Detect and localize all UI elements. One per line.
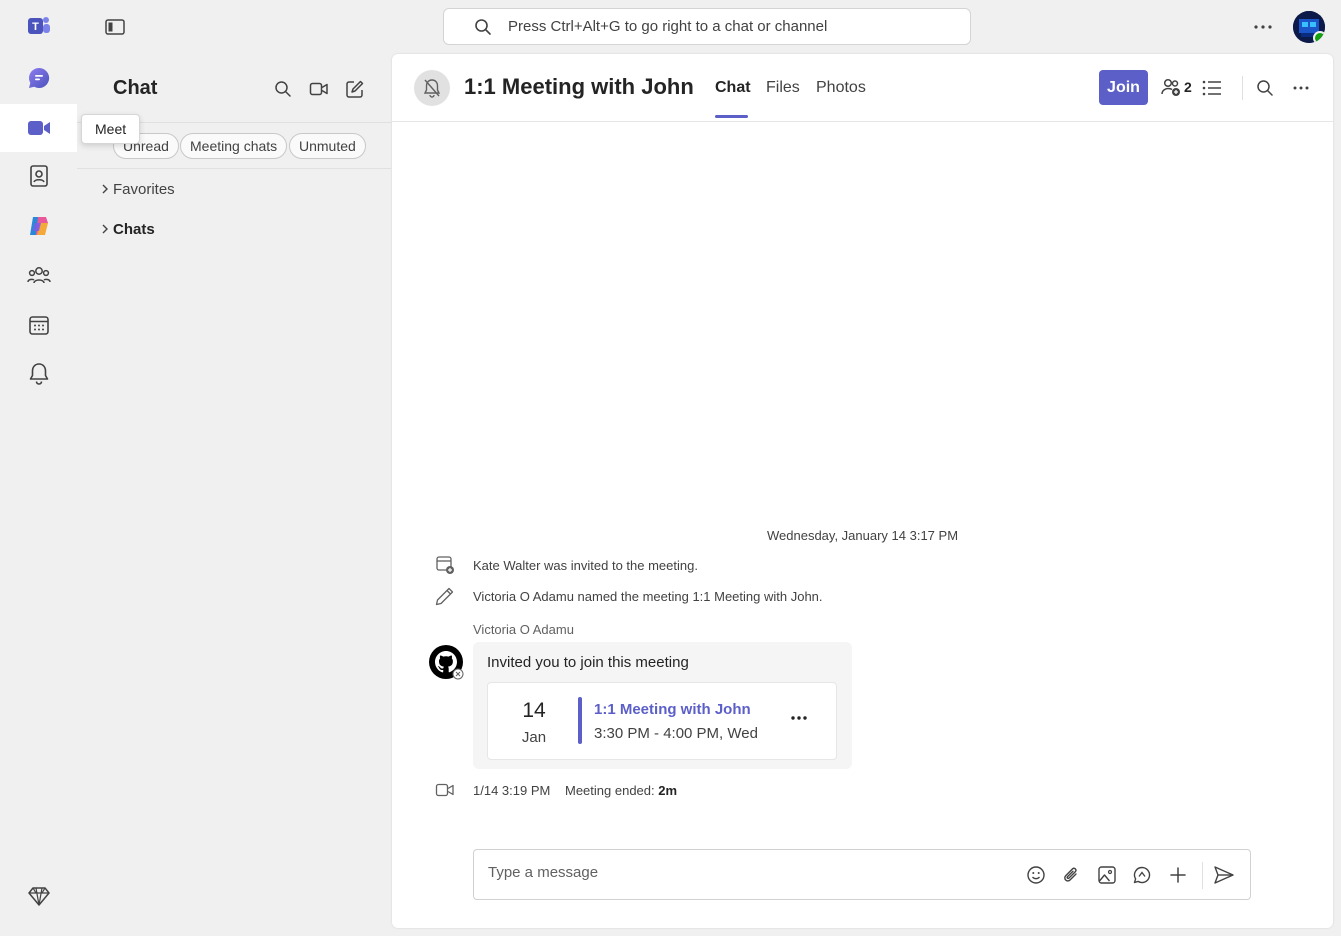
card-more-options-icon[interactable] bbox=[788, 707, 810, 729]
date-divider: Wednesday, January 14 3:17 PM bbox=[767, 528, 959, 543]
message-bubble[interactable]: Invited you to join this meeting 14 Jan … bbox=[473, 642, 852, 769]
conversation-header: 1:1 Meeting with John Chat Files Photos … bbox=[392, 54, 1333, 122]
meeting-invite-card[interactable]: 14 Jan 1:1 Meeting with John 3:30 PM - 4… bbox=[487, 682, 837, 760]
meet-tooltip: Meet bbox=[81, 114, 141, 144]
more-options-icon[interactable] bbox=[1289, 77, 1313, 99]
loop-component-icon[interactable] bbox=[1131, 864, 1153, 886]
participant-count: 2 bbox=[1184, 79, 1192, 95]
meet-icon[interactable] bbox=[0, 104, 77, 152]
meeting-card-title[interactable]: 1:1 Meeting with John bbox=[594, 701, 751, 718]
app-rail: T bbox=[0, 0, 77, 936]
join-button[interactable]: Join bbox=[1099, 70, 1148, 105]
chat-icon[interactable] bbox=[0, 54, 77, 102]
ended-timestamp: 1/14 3:19 PM bbox=[473, 782, 551, 798]
more-options-icon[interactable] bbox=[1250, 16, 1276, 38]
header-divider bbox=[1242, 76, 1243, 100]
chevron-right-icon bbox=[98, 223, 112, 235]
chat-panel-title: Chat bbox=[113, 77, 158, 99]
card-accent-bar bbox=[578, 697, 582, 744]
tree-item-chats[interactable]: Chats bbox=[98, 218, 155, 240]
tree-item-label: Favorites bbox=[113, 180, 175, 198]
message-composer bbox=[473, 849, 1251, 900]
message-input[interactable] bbox=[488, 864, 988, 881]
pencil-icon bbox=[432, 586, 458, 606]
tree-item-favorites[interactable]: Favorites bbox=[98, 178, 175, 200]
activity-bell-icon[interactable] bbox=[0, 350, 77, 398]
search-in-chat-icon[interactable] bbox=[1253, 77, 1277, 99]
calendar-add-icon bbox=[432, 555, 458, 575]
system-event-invited: Kate Walter was invited to the meeting. bbox=[432, 555, 698, 575]
filter-unmuted[interactable]: Unmuted bbox=[289, 133, 366, 159]
meet-now-icon[interactable] bbox=[308, 78, 330, 100]
search-placeholder: Press Ctrl+Alt+G to go right to a chat o… bbox=[508, 18, 828, 35]
event-text: Kate Walter was invited to the meeting. bbox=[473, 557, 698, 573]
video-camera-icon bbox=[432, 782, 458, 798]
search-icon bbox=[474, 18, 492, 36]
meeting-ended-event: 1/14 3:19 PM Meeting ended: 2m bbox=[432, 780, 677, 800]
premium-diamond-icon[interactable] bbox=[0, 872, 77, 920]
composer-divider bbox=[1202, 862, 1203, 889]
meeting-day: 14 bbox=[522, 699, 546, 722]
system-event-renamed: Victoria O Adamu named the meeting 1:1 M… bbox=[432, 586, 823, 606]
sidebar-toggle-icon[interactable] bbox=[103, 16, 127, 38]
meeting-ended-text: Meeting ended: 2m bbox=[565, 782, 678, 798]
meeting-title: 1:1 Meeting with John bbox=[464, 74, 694, 99]
new-chat-icon[interactable] bbox=[344, 78, 366, 100]
sender-avatar[interactable] bbox=[428, 644, 464, 680]
global-search-bar[interactable]: Press Ctrl+Alt+G to go right to a chat o… bbox=[443, 8, 971, 45]
conversation-pane: 1:1 Meeting with John Chat Files Photos … bbox=[392, 54, 1333, 928]
participants-button[interactable]: 2 bbox=[1160, 77, 1192, 97]
panel-divider bbox=[77, 168, 391, 169]
emoji-icon[interactable] bbox=[1025, 864, 1047, 886]
communities-icon[interactable] bbox=[0, 251, 77, 299]
attach-file-icon[interactable] bbox=[1060, 864, 1082, 886]
active-tab-indicator bbox=[715, 115, 748, 118]
profile-avatar[interactable] bbox=[1293, 11, 1325, 43]
tab-files[interactable]: Files bbox=[766, 79, 800, 97]
contacts-icon[interactable] bbox=[0, 152, 77, 200]
copilot-icon[interactable] bbox=[0, 202, 77, 250]
svg-text:T: T bbox=[32, 21, 39, 33]
invite-text: Invited you to join this meeting bbox=[487, 654, 689, 671]
muted-meeting-avatar[interactable] bbox=[414, 70, 450, 106]
image-icon[interactable] bbox=[1096, 864, 1118, 886]
teams-logo-icon[interactable]: T bbox=[0, 2, 77, 50]
meeting-duration: 2m bbox=[658, 782, 678, 798]
chevron-right-icon bbox=[98, 183, 112, 195]
list-icon[interactable] bbox=[1200, 77, 1224, 99]
tab-chat[interactable]: Chat bbox=[715, 79, 751, 97]
meeting-card-time: 3:30 PM - 4:00 PM, Wed bbox=[594, 725, 758, 742]
event-text: Victoria O Adamu named the meeting 1:1 M… bbox=[473, 588, 823, 604]
people-add-icon bbox=[1160, 77, 1182, 97]
status-available-badge bbox=[1313, 31, 1325, 43]
filter-meeting-chats[interactable]: Meeting chats bbox=[180, 133, 288, 159]
plus-icon[interactable] bbox=[1167, 864, 1189, 886]
meeting-month: Jan bbox=[521, 729, 547, 746]
calendar-icon[interactable] bbox=[0, 301, 77, 349]
send-icon[interactable] bbox=[1213, 864, 1235, 886]
tree-item-label: Chats bbox=[113, 220, 155, 238]
search-chats-icon[interactable] bbox=[272, 78, 294, 100]
message-sender: Victoria O Adamu bbox=[473, 622, 574, 637]
tab-photos[interactable]: Photos bbox=[816, 79, 866, 97]
